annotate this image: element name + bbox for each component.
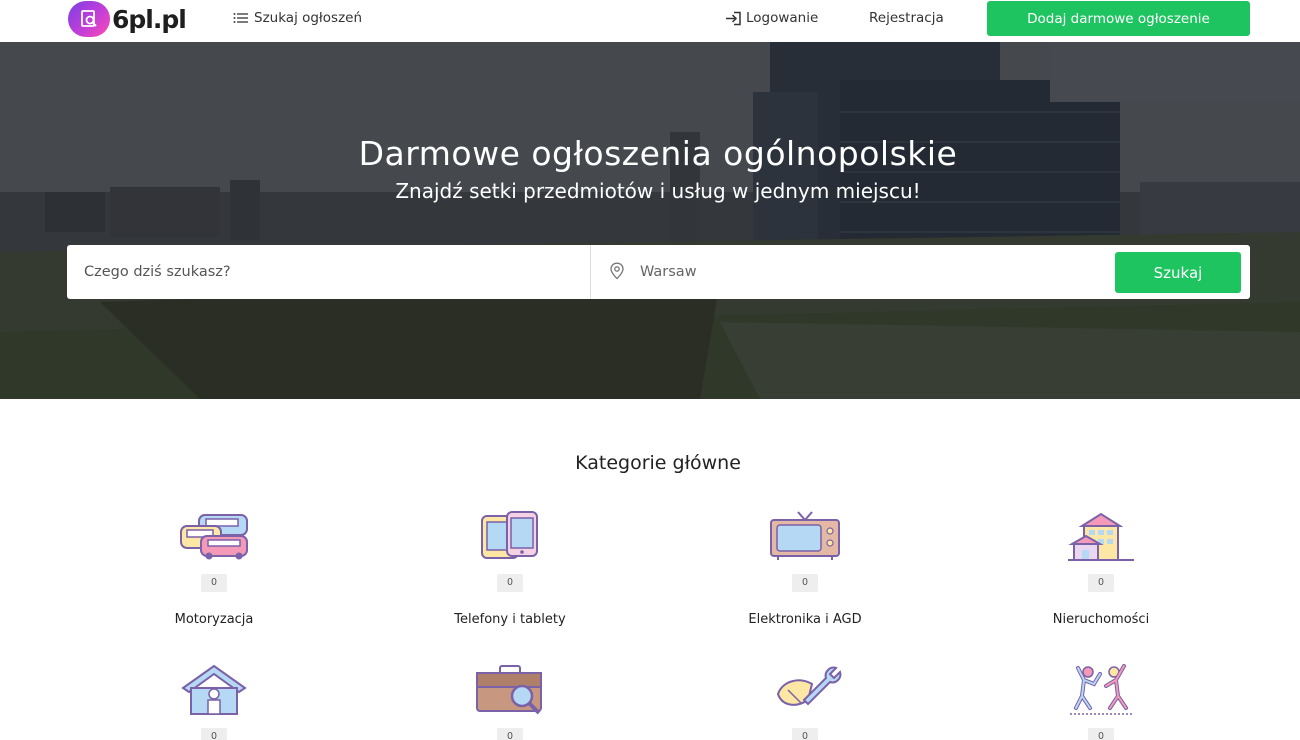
phones-icon [481,511,538,559]
logo-badge-icon [68,1,110,37]
tools-icon [776,666,842,706]
category-telefony-i-tablety[interactable]: 0 Telefony i tablety [390,510,630,627]
add-free-listing-button[interactable]: Dodaj darmowe ogłoszenie [987,1,1250,36]
location-input[interactable] [635,245,1105,299]
category-count: 0 [201,728,227,740]
category-label: Elektronika i AGD [748,612,862,627]
tv-icon [770,511,840,560]
category-count: 0 [1088,574,1114,592]
category-elektronika-i-agd[interactable]: 0 Elektronika i AGD [685,510,925,627]
location-pin-icon [610,262,624,280]
category-item-5[interactable]: 0 [94,664,334,740]
category-label: Motoryzacja [174,612,254,627]
category-label: Nieruchomości [1052,612,1150,627]
people-dancing-icon [1070,664,1132,715]
hero-banner: Darmowe ogłoszenia ogólnopolskie Znajdź … [0,42,1300,399]
category-count: 0 [1088,728,1114,740]
hero-subtitle: Znajdź setki przedmiotów i usług w jedny… [395,179,921,203]
login-label: Logowanie [746,10,819,26]
category-item-7[interactable]: 0 [685,664,925,740]
city-background-image [0,42,1300,399]
category-item-8[interactable]: 0 [981,664,1221,740]
register-link[interactable]: Rejestracja [869,10,944,26]
login-link[interactable]: Logowanie [725,10,818,26]
cars-icon [180,514,248,560]
category-label: Telefony i tablety [454,612,566,627]
search-listings-label: Szukaj ogłoszeń [254,10,363,26]
category-count: 0 [792,574,818,592]
hero-title: Darmowe ogłoszenia ogólnopolskie [358,134,958,173]
category-count: 0 [497,728,523,740]
logo-text: 6pl.pl [112,4,187,34]
search-bar: Szukaj [67,245,1250,299]
search-divider [590,245,591,299]
logo[interactable]: 6pl.pl [68,1,187,37]
buildings-icon [1068,512,1134,561]
login-icon [726,11,741,25]
search-button[interactable]: Szukaj [1115,252,1241,293]
search-listings-link[interactable]: Szukaj ogłoszeń [233,10,362,26]
briefcase-search-icon [476,665,542,715]
category-item-6[interactable]: 0 [390,664,630,740]
category-motoryzacja[interactable]: 0 Motoryzacja [94,510,334,627]
category-count: 0 [497,574,523,592]
list-icon [233,13,248,23]
category-count: 0 [792,728,818,740]
category-nieruchomosci[interactable]: 0 Nieruchomości [981,510,1221,627]
main-categories-title: Kategorie główne [575,452,741,474]
house-icon [181,664,247,715]
search-input[interactable] [67,245,590,299]
category-count: 0 [201,574,227,592]
top-nav: 6pl.pl Szukaj ogłoszeń Logowanie Rejestr… [0,0,1300,42]
